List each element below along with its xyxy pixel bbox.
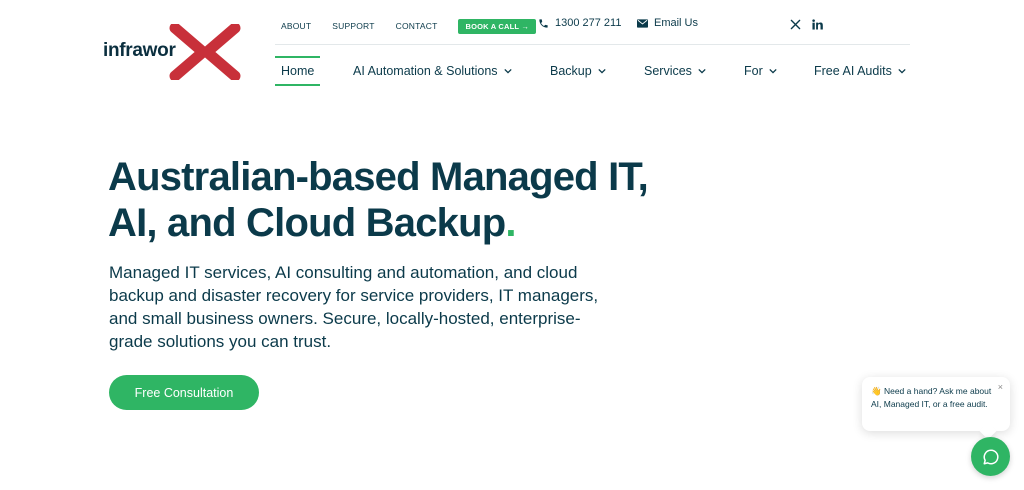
chat-prompt-text: Need a hand? Ask me about AI, Managed IT… [871, 386, 992, 409]
x-icon[interactable] [790, 19, 801, 30]
book-a-call-button[interactable]: BOOK A CALL → [458, 18, 537, 34]
phone-link[interactable]: 1300 277 211 [538, 17, 621, 29]
nav-item-for[interactable]: For [744, 56, 777, 86]
nav-item-label: AI Automation & Solutions [353, 64, 498, 78]
email-label: Email Us [654, 17, 699, 29]
logo-wordmark: infrawor [103, 40, 176, 61]
nav-item-home[interactable]: Home [275, 56, 321, 86]
chat-bubble-icon [983, 448, 999, 464]
chat-prompt-bubble[interactable]: 👋 Need a hand? Ask me about AI, Managed … [862, 377, 1010, 431]
hero-title-line-1: Australian-based Managed IT, [108, 155, 649, 199]
hero-subtitle: Managed IT services, AI consulting and a… [109, 263, 599, 351]
nav-item-label: Free AI Audits [814, 64, 892, 78]
email-icon [637, 18, 648, 28]
logo-x-mark [169, 24, 241, 80]
phone-icon [539, 18, 548, 28]
wave-emoji: 👋 [871, 386, 882, 396]
chevron-down-icon [769, 68, 777, 74]
support-link[interactable]: SUPPORT [332, 21, 374, 31]
chat-launcher-button[interactable] [971, 437, 1010, 476]
hero-title-line-2: AI, and Cloud Backup [108, 201, 506, 245]
free-consultation-button[interactable]: Free Consultation [109, 375, 259, 410]
contact-link[interactable]: CONTACT [396, 21, 438, 31]
nav-item-label: Home [281, 64, 315, 78]
about-link[interactable]: ABOUT [281, 21, 311, 31]
hero-title: Australian-based Managed IT, AI, and Clo… [108, 154, 668, 246]
linkedin-icon[interactable] [812, 19, 823, 30]
chevron-down-icon [503, 68, 512, 74]
nav-item-backup[interactable]: Backup [550, 56, 606, 86]
chevron-down-icon [698, 68, 706, 74]
chevron-down-icon [898, 68, 906, 74]
utility-bar: ABOUT SUPPORT CONTACT BOOK A CALL → [281, 17, 537, 35]
chevron-down-icon [598, 68, 606, 74]
nav-item-services[interactable]: Services [644, 56, 706, 86]
phone-number: 1300 277 211 [555, 17, 622, 29]
nav-item-label: Backup [550, 64, 592, 78]
hero-title-dot: . [505, 201, 516, 245]
close-icon[interactable]: × [998, 381, 1003, 394]
logo[interactable]: infrawor [103, 24, 243, 80]
nav-item-ai-automation[interactable]: AI Automation & Solutions [353, 56, 512, 86]
email-link[interactable]: Email Us [637, 17, 698, 29]
nav-item-free-ai-audits[interactable]: Free AI Audits [814, 56, 906, 86]
header-divider [275, 44, 910, 45]
nav-item-label: Services [644, 64, 692, 78]
nav-item-label: For [744, 64, 763, 78]
